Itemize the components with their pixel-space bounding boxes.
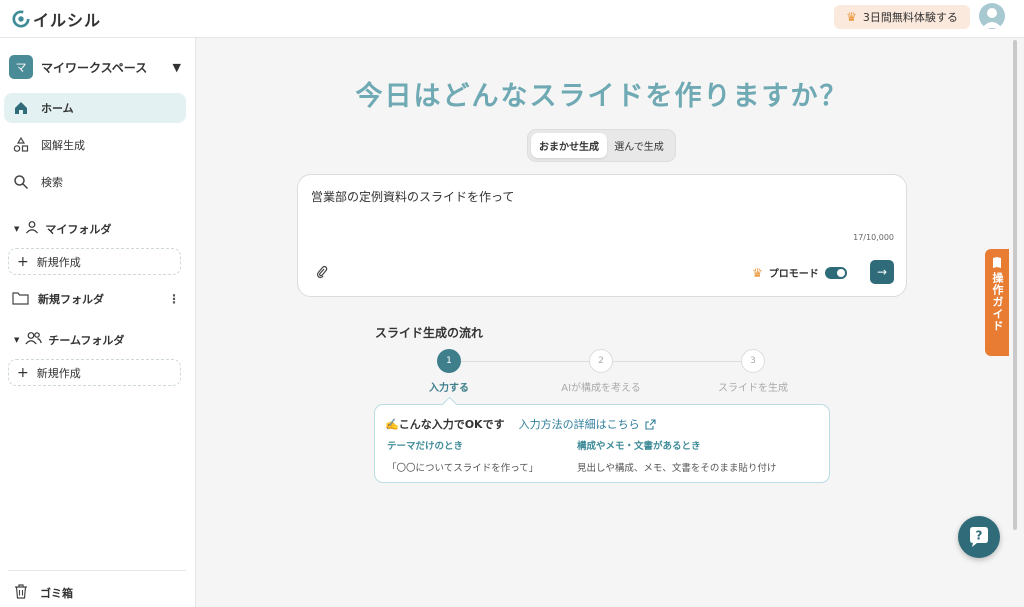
tip-title: ✍️こんな入力でOKです	[385, 418, 505, 431]
tip-col-2-text: 見出しや構成、メモ、文書をそのまま貼り付け	[577, 463, 777, 474]
free-trial-label: 3日間無料体験する	[862, 11, 958, 24]
mode-auto-tab[interactable]: おまかせ生成	[531, 133, 607, 158]
trash-icon	[14, 584, 28, 602]
sidebar-item-diagram[interactable]: 図解生成	[4, 130, 186, 160]
paperclip-icon[interactable]	[315, 265, 329, 279]
pro-mode-control: ♛ プロモード	[752, 265, 847, 280]
folder-label: 新規フォルダ	[38, 293, 104, 306]
book-icon	[993, 257, 1001, 268]
prompt-input[interactable]	[311, 189, 891, 203]
step-1-label: 入力する	[429, 383, 469, 394]
workspace-name: マイワークスペース	[41, 60, 148, 75]
trash-label: ゴミ箱	[40, 587, 73, 600]
sidebar-item-home[interactable]: ホーム	[4, 93, 186, 123]
plus-icon: +	[17, 364, 29, 381]
step-connector	[461, 361, 590, 362]
team-folder-header[interactable]: ▼ チームフォルダ	[14, 331, 124, 348]
step-2-circle: 2	[589, 349, 613, 373]
tip-col-1-heading: テーマだけのとき	[387, 441, 464, 452]
logo-text: イルシル	[33, 11, 102, 30]
person-icon	[25, 220, 39, 237]
generation-mode-toggle: おまかせ生成 選んで生成	[527, 129, 676, 162]
pro-mode-label: プロモード	[768, 269, 819, 280]
home-icon	[13, 100, 29, 116]
sidebar: マ マイワークスペース ▼ ホーム 図解生成 検索 ▼ マイフォルダ + 新規作…	[0, 38, 196, 607]
folder-item[interactable]: 新規フォルダ ⋮	[12, 288, 180, 310]
step-2-label: AIが構成を考える	[561, 383, 641, 394]
team-folder-label: チームフォルダ	[48, 333, 125, 347]
workspace-selector[interactable]: マ マイワークスペース ▼	[9, 55, 181, 79]
help-chat-button[interactable]: ?	[958, 516, 1000, 558]
input-guide-link[interactable]: 入力方法の詳細はこちら	[519, 416, 656, 432]
mode-select-tab[interactable]: 選んで生成	[607, 133, 671, 158]
tip-col-1-text: 「〇〇についてスライドを作って」	[387, 463, 539, 474]
help-question-icon: ?	[970, 527, 988, 547]
new-label: 新規作成	[36, 255, 81, 269]
plus-icon: +	[17, 253, 29, 270]
crown-icon: ♛	[846, 10, 857, 24]
top-header: イルシル ♛ 3日間無料体験する	[0, 0, 1024, 38]
input-tip-card: ✍️こんな入力でOKです 入力方法の詳細はこちら テーマだけのとき 「〇〇につい…	[374, 404, 830, 483]
my-folder-new-button[interactable]: + 新規作成	[8, 248, 181, 275]
pro-mode-toggle[interactable]	[824, 266, 847, 279]
tip-link-label: 入力方法の詳細はこちら	[518, 418, 640, 431]
prompt-card: 17/10,000 ♛ プロモード →	[297, 174, 907, 297]
my-folder-label: マイフォルダ	[45, 222, 112, 236]
logo-mark-icon	[12, 10, 30, 28]
crown-icon: ♛	[752, 265, 763, 280]
tip-col-2-heading: 構成やメモ・文書があるとき	[577, 441, 701, 452]
user-avatar-icon[interactable]	[979, 3, 1005, 29]
sidebar-item-search[interactable]: 検索	[4, 167, 186, 197]
arrow-right-icon: →	[876, 265, 888, 279]
chevron-down-icon: ▼	[172, 60, 181, 74]
more-options-icon[interactable]: ⋮	[168, 292, 180, 306]
caret-down-icon: ▼	[14, 224, 20, 233]
tip-header: ✍️こんな入力でOKです 入力方法の詳細はこちら	[385, 416, 656, 432]
new-label: 新規作成	[36, 366, 81, 380]
workspace-badge: マ	[9, 55, 33, 79]
flow-title: スライド生成の流れ	[375, 326, 484, 340]
trash-button[interactable]: ゴミ箱	[14, 584, 73, 602]
step-3-label: スライドを生成	[718, 383, 788, 394]
char-count: 17/10,000	[853, 233, 894, 242]
step-1-circle: 1	[437, 349, 461, 373]
main-scrollbar[interactable]	[1013, 40, 1017, 530]
team-folder-new-button[interactable]: + 新規作成	[8, 359, 181, 386]
shapes-icon	[13, 137, 29, 153]
guide-tab-label: 操作ガイド	[991, 272, 1004, 332]
my-folder-header[interactable]: ▼ マイフォルダ	[14, 220, 111, 237]
page-title: 今日はどんなスライドを作りますか？	[355, 81, 849, 112]
external-link-icon	[645, 418, 656, 430]
operation-guide-tab[interactable]: 操作ガイド	[985, 249, 1009, 356]
folder-icon	[12, 291, 29, 308]
app-logo[interactable]: イルシル	[12, 7, 101, 31]
sidebar-item-label: 検索	[41, 176, 63, 189]
step-3-circle: 3	[741, 349, 765, 373]
send-button[interactable]: →	[870, 260, 894, 284]
sidebar-item-label: 図解生成	[41, 139, 85, 152]
team-icon	[25, 331, 43, 348]
caret-down-icon: ▼	[14, 335, 20, 344]
search-icon	[13, 174, 29, 190]
sidebar-divider	[8, 570, 186, 571]
step-connector	[613, 361, 742, 362]
free-trial-button[interactable]: ♛ 3日間無料体験する	[834, 5, 970, 29]
svg-text:?: ?	[976, 529, 983, 543]
sidebar-item-label: ホーム	[41, 102, 74, 115]
